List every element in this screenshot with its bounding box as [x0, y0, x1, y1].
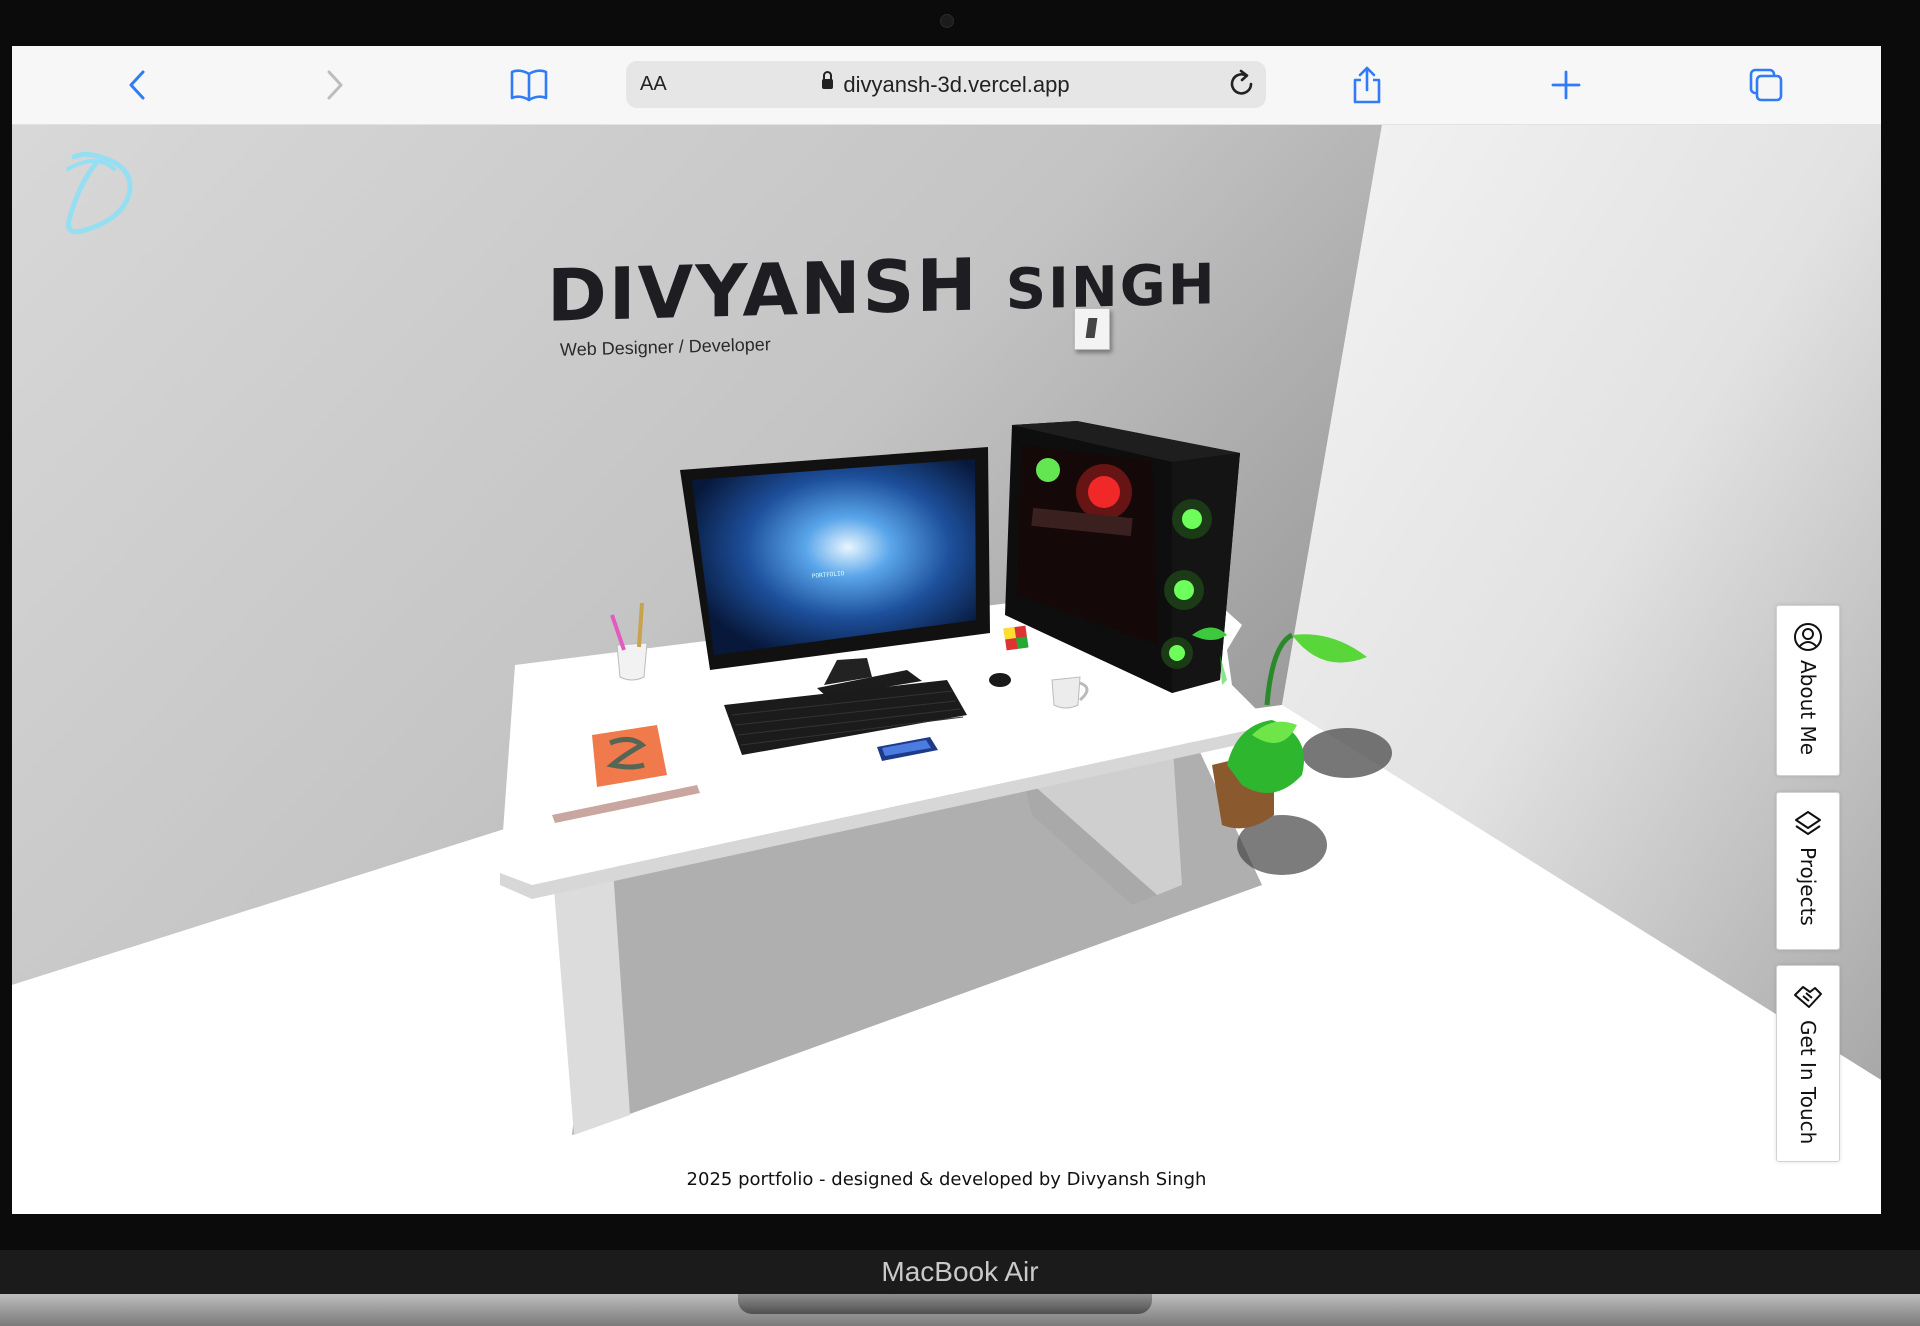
share-button[interactable] — [1346, 64, 1388, 106]
handshake-icon — [1794, 986, 1822, 1008]
light-switch[interactable] — [1074, 308, 1110, 350]
reload-icon — [1230, 69, 1253, 95]
laptop-model-label: MacBook Air — [881, 1256, 1039, 1287]
new-tab-button[interactable] — [1545, 64, 1587, 106]
chevron-right-icon — [327, 70, 343, 100]
projects-label: Projects — [1796, 847, 1820, 926]
browser-screen: AA divyansh-3d.vercel.app PORTFOLIO DIVY… — [12, 46, 1881, 1214]
get-in-touch-button[interactable]: Get In Touch — [1776, 965, 1840, 1162]
forward-button[interactable] — [314, 64, 356, 106]
back-button[interactable] — [116, 64, 158, 106]
hero-title: DIVYANSH SINGH — [547, 236, 1217, 338]
url-text[interactable]: divyansh-3d.vercel.app — [626, 71, 1266, 98]
get-in-touch-label: Get In Touch — [1796, 1020, 1820, 1145]
browser-toolbar: AA divyansh-3d.vercel.app — [12, 46, 1881, 125]
laptop-notch — [738, 1294, 1152, 1314]
about-me-label: About Me — [1796, 660, 1820, 756]
reload-button[interactable] — [1226, 67, 1258, 104]
share-icon — [1353, 66, 1381, 104]
plus-icon — [1551, 70, 1581, 100]
bookmarks-button[interactable] — [508, 64, 550, 106]
room-scene: PORTFOLIO DIVYANSH SINGH Web Designer / … — [12, 125, 1881, 1214]
address-bar[interactable]: AA divyansh-3d.vercel.app — [626, 61, 1266, 108]
tabs-button[interactable] — [1745, 64, 1787, 106]
about-me-button[interactable]: About Me — [1776, 605, 1840, 776]
hero-title-last: SINGH — [1005, 252, 1217, 323]
footer-credit: 2025 portfolio - designed & developed by… — [686, 1169, 1207, 1190]
camera — [940, 14, 954, 28]
chevron-left-icon — [129, 70, 145, 100]
lock-icon — [822, 71, 834, 90]
url-label: divyansh-3d.vercel.app — [843, 72, 1070, 97]
projects-button[interactable]: Projects — [1776, 792, 1840, 950]
logo-icon[interactable] — [52, 147, 142, 237]
layers-icon — [1795, 811, 1821, 835]
tabs-icon — [1749, 68, 1783, 102]
user-circle-icon — [1794, 623, 1822, 651]
book-icon — [510, 69, 548, 102]
hero-title-first: DIVYANSH — [547, 242, 979, 338]
